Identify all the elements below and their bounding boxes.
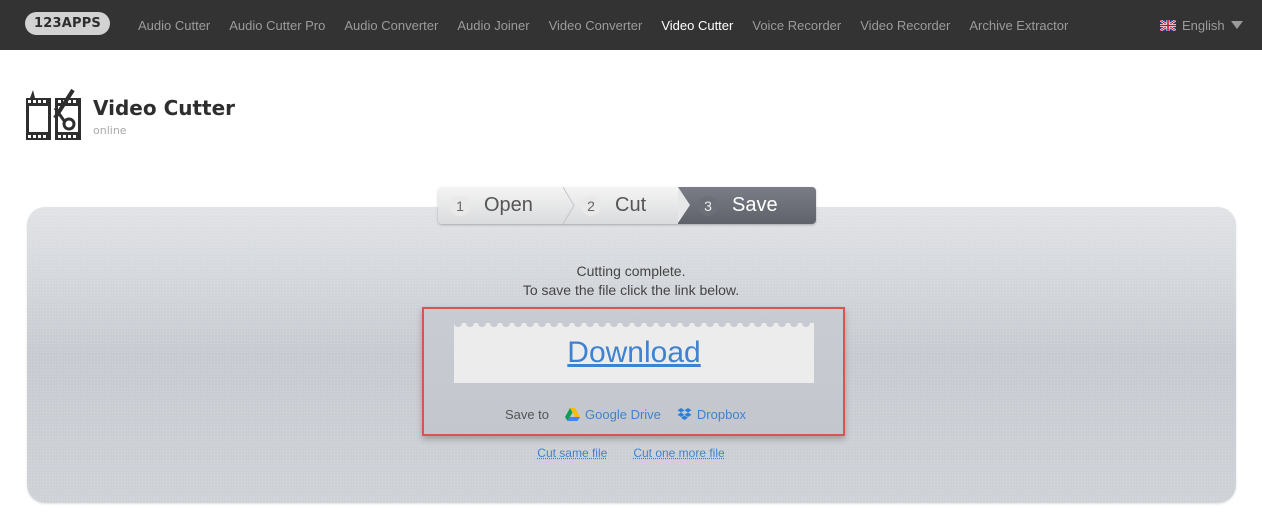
- google-drive-label: Google Drive: [585, 407, 661, 422]
- google-drive-icon: [565, 408, 581, 421]
- dropbox-icon: [677, 407, 692, 420]
- nav-video-cutter[interactable]: Video Cutter: [661, 18, 733, 33]
- nav-audio-cutter-pro[interactable]: Audio Cutter Pro: [229, 18, 325, 33]
- step-number: 1: [450, 195, 470, 216]
- step-save: 3 Save: [678, 187, 816, 224]
- language-label: English: [1182, 17, 1225, 33]
- app-nav: Audio Cutter Audio Cutter Pro Audio Conv…: [138, 0, 1087, 50]
- nav-audio-converter[interactable]: Audio Converter: [344, 18, 438, 33]
- step-separator-icon: [563, 187, 575, 224]
- cut-same-file-link[interactable]: Cut same file: [537, 446, 607, 460]
- nav-audio-cutter[interactable]: Audio Cutter: [138, 18, 210, 33]
- step-number: 2: [581, 195, 601, 216]
- chevron-down-icon: [1230, 21, 1243, 29]
- dropbox-button[interactable]: Dropbox: [677, 407, 746, 422]
- cut-one-more-file-link[interactable]: Cut one more file: [633, 446, 724, 460]
- step-cut[interactable]: 2 Cut: [563, 187, 678, 224]
- step-open[interactable]: 1 Open: [438, 187, 563, 224]
- status-message: Cutting complete.: [576, 263, 686, 279]
- step-label: Open: [484, 194, 533, 216]
- page-subtitle: online: [93, 124, 127, 137]
- nav-voice-recorder[interactable]: Voice Recorder: [752, 18, 841, 33]
- uk-flag-icon: [1160, 19, 1176, 31]
- nav-audio-joiner[interactable]: Audio Joiner: [457, 18, 529, 33]
- step-label: Cut: [615, 194, 647, 216]
- nav-video-converter[interactable]: Video Converter: [549, 18, 643, 33]
- nav-video-recorder[interactable]: Video Recorder: [860, 18, 950, 33]
- download-link[interactable]: Download: [567, 336, 700, 370]
- nav-archive-extractor[interactable]: Archive Extractor: [969, 18, 1068, 33]
- instruction-message: To save the file click the link below.: [522, 282, 740, 298]
- step-indicator: 1 Open 2 Cut 3 Save: [438, 187, 816, 224]
- save-to-row: Save to Google Drive Dropbox: [424, 407, 843, 422]
- google-drive-button[interactable]: Google Drive: [565, 407, 661, 422]
- dropbox-label: Dropbox: [696, 407, 747, 422]
- logo-123apps[interactable]: 123APPS: [25, 12, 110, 35]
- top-navigation-bar: 123APPS Audio Cutter Audio Cutter Pro Au…: [0, 0, 1262, 50]
- video-cutter-logo-icon: [26, 88, 81, 140]
- follow-up-links: Cut same file Cut one more file: [0, 446, 1262, 460]
- step-number: 3: [698, 195, 718, 216]
- language-selector[interactable]: English: [1160, 0, 1243, 50]
- page-title: Video Cutter: [93, 96, 236, 120]
- download-box: Download Save to Google Drive Dropbox: [422, 307, 845, 436]
- save-to-label: Save to: [504, 407, 550, 422]
- step-label: Save: [732, 194, 778, 216]
